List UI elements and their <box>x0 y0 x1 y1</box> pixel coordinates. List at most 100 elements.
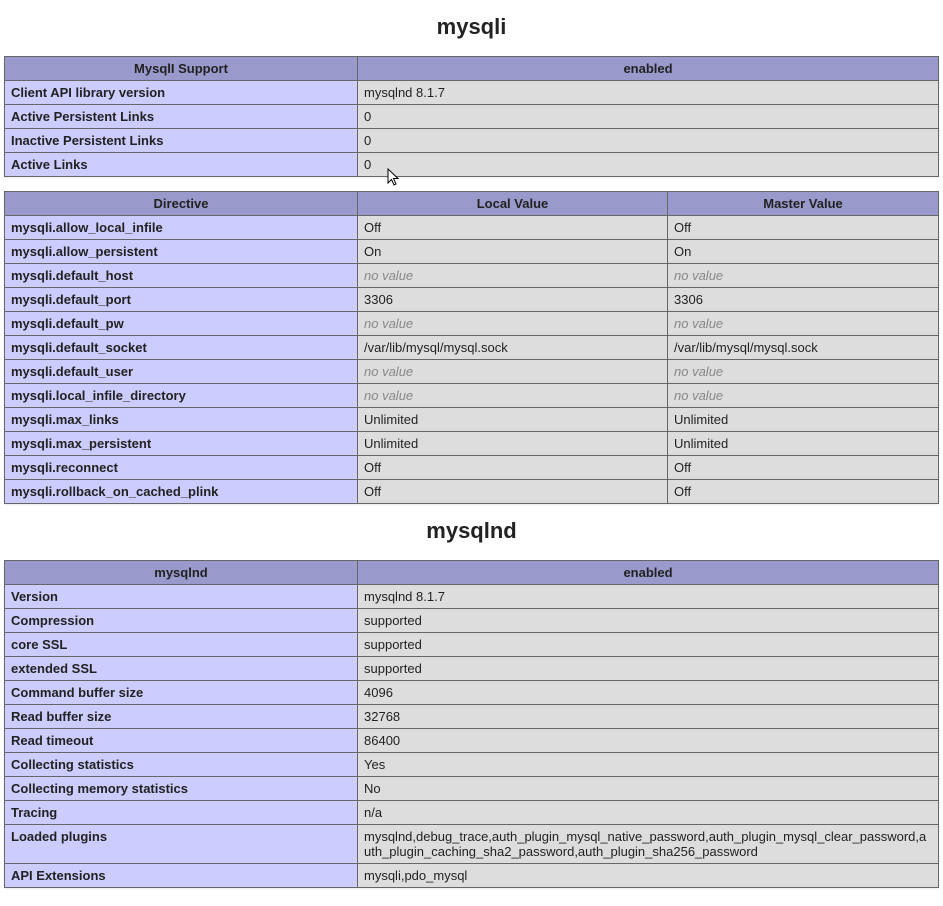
directive-name: mysqli.allow_local_infile <box>5 216 358 240</box>
local-value: no value <box>358 264 668 288</box>
local-value: Unlimited <box>358 432 668 456</box>
local-value-header: Local Value <box>358 192 668 216</box>
table-row: mysqli.rollback_on_cached_plinkOffOff <box>5 480 939 504</box>
no-value-text: no value <box>674 316 723 331</box>
table-row: Versionmysqlnd 8.1.7 <box>5 585 939 609</box>
mysqli-directives-table: Directive Local Value Master Value mysql… <box>4 191 939 504</box>
table-row: Active Links0 <box>5 153 939 177</box>
row-value: 32768 <box>358 705 939 729</box>
directive-name: mysqli.rollback_on_cached_plink <box>5 480 358 504</box>
master-value: Off <box>668 456 939 480</box>
directive-name: mysqli.max_links <box>5 408 358 432</box>
row-key: Active Persistent Links <box>5 105 358 129</box>
table-row: API Extensionsmysqli,pdo_mysql <box>5 864 939 888</box>
table-row: extended SSLsupported <box>5 657 939 681</box>
row-value: supported <box>358 609 939 633</box>
mysqlnd-section-title: mysqlnd <box>4 518 939 544</box>
local-value: Off <box>358 456 668 480</box>
row-value: 4096 <box>358 681 939 705</box>
local-value: Unlimited <box>358 408 668 432</box>
table-row: mysqli.reconnectOffOff <box>5 456 939 480</box>
row-key: Read timeout <box>5 729 358 753</box>
row-key: Collecting statistics <box>5 753 358 777</box>
directive-name: mysqli.reconnect <box>5 456 358 480</box>
local-value: Off <box>358 216 668 240</box>
mysqli-section-title: mysqli <box>4 14 939 40</box>
row-key: API Extensions <box>5 864 358 888</box>
row-value: 0 <box>358 129 939 153</box>
table-row: mysqli.default_port33063306 <box>5 288 939 312</box>
table-row: mysqli.default_userno valueno value <box>5 360 939 384</box>
no-value-text: no value <box>364 268 413 283</box>
directive-name: mysqli.default_socket <box>5 336 358 360</box>
master-value-header: Master Value <box>668 192 939 216</box>
mysqlnd-header-left: mysqlnd <box>5 561 358 585</box>
no-value-text: no value <box>674 388 723 403</box>
table-row: Loaded pluginsmysqlnd,debug_trace,auth_p… <box>5 825 939 864</box>
table-row: Read timeout86400 <box>5 729 939 753</box>
directive-name: mysqli.allow_persistent <box>5 240 358 264</box>
mysqlnd-table: mysqlnd enabled Versionmysqlnd 8.1.7Comp… <box>4 560 939 888</box>
row-value: mysqlnd 8.1.7 <box>358 81 939 105</box>
row-key: Collecting memory statistics <box>5 777 358 801</box>
master-value: no value <box>668 360 939 384</box>
table-row: Active Persistent Links0 <box>5 105 939 129</box>
directive-name: mysqli.default_pw <box>5 312 358 336</box>
row-key: Client API library version <box>5 81 358 105</box>
local-value: On <box>358 240 668 264</box>
local-value: /var/lib/mysql/mysql.sock <box>358 336 668 360</box>
row-key: Version <box>5 585 358 609</box>
no-value-text: no value <box>674 268 723 283</box>
master-value: no value <box>668 384 939 408</box>
master-value: /var/lib/mysql/mysql.sock <box>668 336 939 360</box>
mysqli-support-header-right: enabled <box>358 57 939 81</box>
table-row: Collecting memory statisticsNo <box>5 777 939 801</box>
directive-header: Directive <box>5 192 358 216</box>
no-value-text: no value <box>364 316 413 331</box>
row-value: n/a <box>358 801 939 825</box>
row-key: extended SSL <box>5 657 358 681</box>
directive-name: mysqli.default_port <box>5 288 358 312</box>
master-value: Unlimited <box>668 408 939 432</box>
row-value: mysqlnd 8.1.7 <box>358 585 939 609</box>
master-value: no value <box>668 312 939 336</box>
row-value: mysqlnd,debug_trace,auth_plugin_mysql_na… <box>358 825 939 864</box>
row-key: Active Links <box>5 153 358 177</box>
row-value: 0 <box>358 153 939 177</box>
table-row: mysqli.allow_persistentOnOn <box>5 240 939 264</box>
master-value: 3306 <box>668 288 939 312</box>
local-value: no value <box>358 384 668 408</box>
directive-name: mysqli.default_user <box>5 360 358 384</box>
row-key: Command buffer size <box>5 681 358 705</box>
mysqli-support-table: MysqlI Support enabled Client API librar… <box>4 56 939 177</box>
table-row: Tracingn/a <box>5 801 939 825</box>
directive-name: mysqli.local_infile_directory <box>5 384 358 408</box>
table-row: mysqli.max_persistentUnlimitedUnlimited <box>5 432 939 456</box>
row-key: Compression <box>5 609 358 633</box>
local-value: Off <box>358 480 668 504</box>
row-key: Inactive Persistent Links <box>5 129 358 153</box>
row-value: 0 <box>358 105 939 129</box>
local-value: 3306 <box>358 288 668 312</box>
table-row: mysqli.default_pw no value no value <box>5 312 939 336</box>
master-value: Off <box>668 480 939 504</box>
local-value: no value <box>358 312 668 336</box>
row-value: mysqli,pdo_mysql <box>358 864 939 888</box>
table-row: Command buffer size4096 <box>5 681 939 705</box>
row-key: Read buffer size <box>5 705 358 729</box>
row-value: supported <box>358 633 939 657</box>
no-value-text: no value <box>674 364 723 379</box>
master-value: On <box>668 240 939 264</box>
row-value: supported <box>358 657 939 681</box>
row-value: Yes <box>358 753 939 777</box>
row-key: Tracing <box>5 801 358 825</box>
no-value-text: no value <box>364 388 413 403</box>
master-value: no value <box>668 264 939 288</box>
table-row: Client API library versionmysqlnd 8.1.7 <box>5 81 939 105</box>
table-row: mysqli.max_linksUnlimitedUnlimited <box>5 408 939 432</box>
master-value: Unlimited <box>668 432 939 456</box>
table-row: Compressionsupported <box>5 609 939 633</box>
row-value: No <box>358 777 939 801</box>
table-row: core SSLsupported <box>5 633 939 657</box>
directive-name: mysqli.max_persistent <box>5 432 358 456</box>
